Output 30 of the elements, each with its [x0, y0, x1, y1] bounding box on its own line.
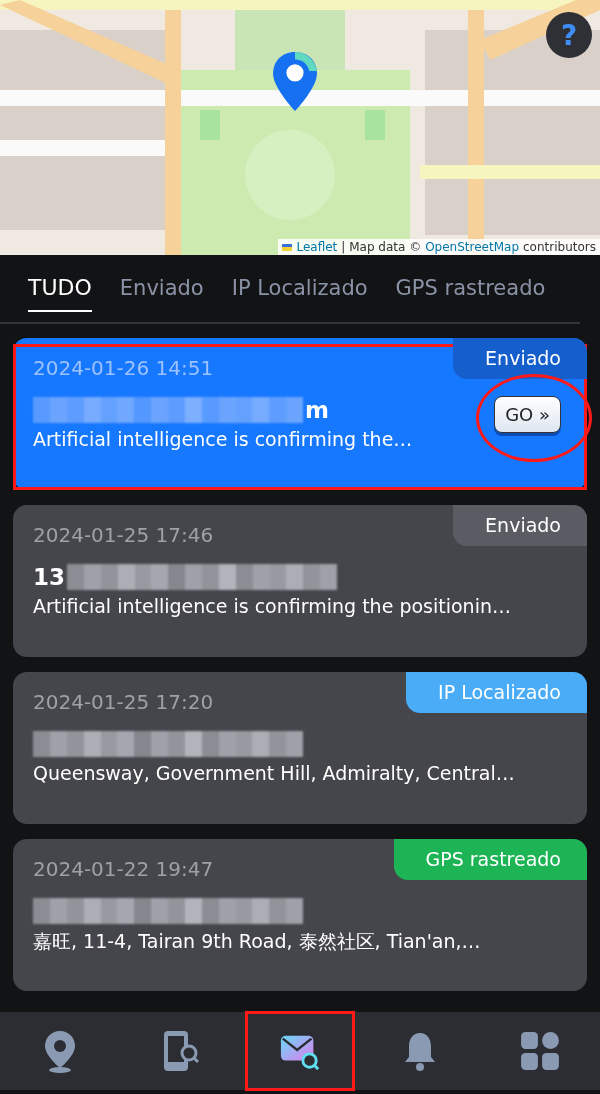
record-description: Queensway, Government Hill, Admiralty, Central…: [33, 762, 515, 784]
record-date: 2024-01-22 19:47: [33, 857, 214, 881]
filter-tab[interactable]: Enviado: [119, 275, 204, 312]
record-title: 13: [33, 564, 65, 590]
mail-search-nav-button[interactable]: [245, 1011, 355, 1091]
apps-grid-icon: [519, 1029, 561, 1073]
record-date: 2024-01-25 17:46: [33, 523, 214, 547]
filter-tab[interactable]: GPS rastreado: [395, 275, 546, 312]
record-date: 2024-01-25 17:20: [33, 690, 214, 714]
status-badge: Enviado: [453, 505, 587, 546]
record-description: Artificial intelligence is confirming the positionin…: [33, 595, 511, 617]
attribution-text: contributors: [523, 240, 596, 254]
record-description: Artificial intelligence is confirming the…: [33, 428, 413, 450]
record-card[interactable]: 2024-01-25 17:46 Enviado 13 Artificial intelligence is confirming the positionin…: [13, 505, 587, 657]
flag-icon: [282, 243, 293, 251]
go-button[interactable]: GO »: [494, 395, 561, 433]
record-description: 嘉旺, 11-4, Tairan 9th Road, 泰然社区, Tian'an,…: [33, 929, 481, 954]
record-date: 2024-01-26 14:51: [33, 356, 214, 380]
map-pin-icon: [270, 50, 320, 113]
filter-tab[interactable]: TUDO: [28, 275, 92, 312]
status-badge: GPS rastreado: [393, 839, 587, 880]
status-badge: IP Localizado: [406, 672, 587, 713]
record-title: m: [305, 397, 329, 423]
filter-tab[interactable]: IP Localizado: [231, 275, 368, 312]
openstreetmap-link[interactable]: OpenStreetMap: [425, 240, 519, 254]
attribution-text: | Map data ©: [341, 240, 422, 254]
record-card[interactable]: 2024-01-22 19:47 GPS rastreado 嘉旺, 11-4, Tairan 9th Road, 泰然社区, Tian'an,…: [13, 839, 587, 991]
status-badge: Enviado: [453, 338, 587, 379]
record-card[interactable]: 2024-01-25 17:20 IP Localizado Queensway, Government Hill, Admiralty, Central…: [13, 672, 587, 824]
leaflet-link[interactable]: Leaflet: [296, 240, 338, 254]
